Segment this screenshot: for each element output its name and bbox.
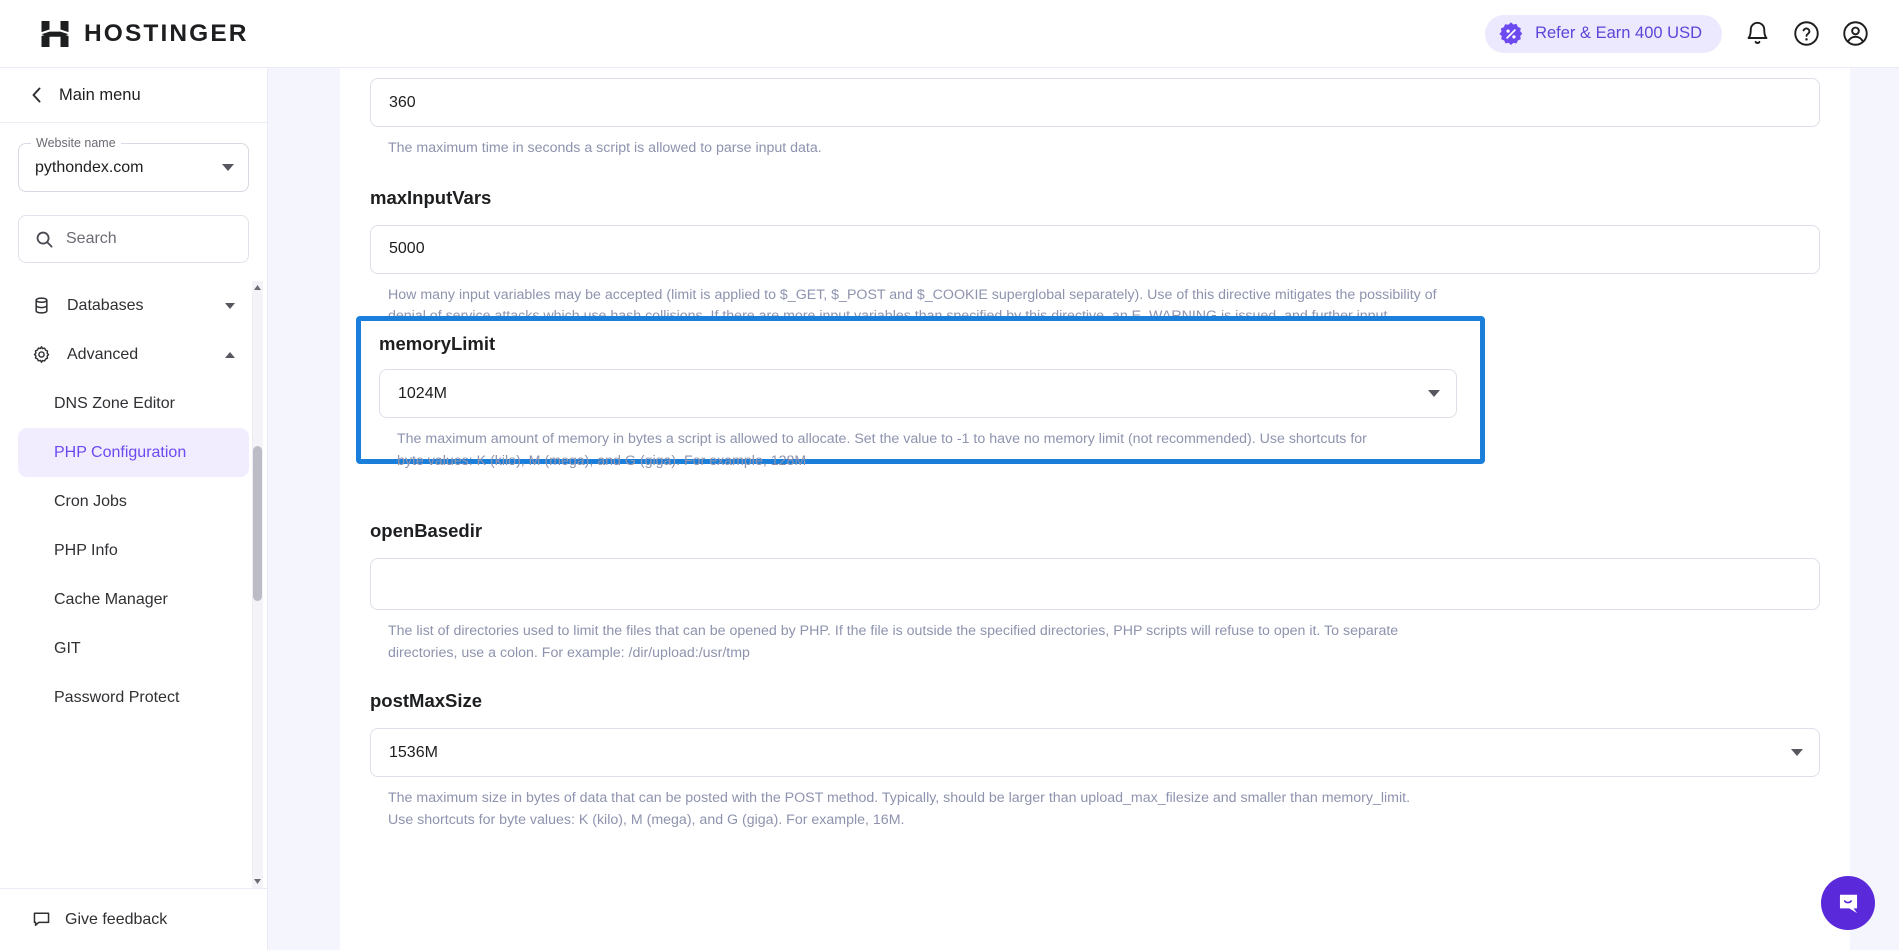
sidebar-item-databases[interactable]: Databases	[18, 281, 249, 330]
give-feedback-label: Give feedback	[65, 910, 168, 928]
brand-logo[interactable]: HOSTINGER	[40, 19, 249, 49]
website-name-legend: Website name	[31, 136, 121, 150]
sidebar-item-label: DNS Zone Editor	[54, 394, 175, 412]
maxinputvars-input[interactable]: 5000	[370, 224, 1820, 274]
left-sidebar: Main menu Website name pythondex.com Sea…	[0, 68, 268, 950]
field-memorylimit: memoryLimit 1024M The maximum amount of …	[361, 321, 1480, 472]
give-feedback-button[interactable]: Give feedback	[0, 888, 267, 950]
scroll-down-arrow-icon[interactable]	[252, 875, 263, 888]
sidebar-item-label: Cron Jobs	[54, 492, 127, 510]
sidebar-nav-list: Databases Advanced DNS Zone Editor PHP C…	[0, 281, 267, 722]
top-header: HOSTINGER Refer & Earn 400 USD	[0, 0, 1899, 68]
maxinputtime-help: The maximum time in seconds a script is …	[388, 140, 822, 156]
sidebar-item-label: PHP Configuration	[54, 443, 187, 461]
postmaxsize-help: The maximum size in bytes of data that c…	[388, 790, 1411, 829]
chevron-left-icon	[32, 87, 41, 103]
maxinputtime-input[interactable]: 360	[370, 78, 1820, 127]
memorylimit-title: memoryLimit	[379, 333, 496, 354]
website-name-select[interactable]: Website name pythondex.com	[18, 136, 249, 192]
comment-icon	[33, 912, 50, 926]
maxinputvars-value: 5000	[389, 240, 425, 258]
refer-label: Refer & Earn 400 USD	[1535, 24, 1702, 42]
memorylimit-value: 1024M	[398, 384, 447, 402]
sidebar-item-label: Cache Manager	[54, 590, 168, 608]
website-name-value: pythondex.com	[35, 158, 144, 176]
refer-and-earn-button[interactable]: Refer & Earn 400 USD	[1485, 14, 1722, 53]
chevron-down-icon	[1428, 390, 1440, 397]
chevron-down-icon	[222, 164, 234, 171]
sidebar-item-dns-zone-editor[interactable]: DNS Zone Editor	[18, 379, 249, 428]
sidebar-item-advanced[interactable]: Advanced	[18, 330, 249, 379]
bell-icon[interactable]	[1744, 20, 1771, 47]
chevron-down-icon	[225, 302, 235, 309]
sidebar-search-input[interactable]: Search	[18, 215, 249, 263]
postmaxsize-title: postMaxSize	[370, 690, 483, 712]
sidebar-item-label: GIT	[54, 639, 81, 657]
chevron-up-icon	[225, 351, 235, 358]
caret-down-icon	[254, 879, 261, 884]
database-icon	[35, 297, 48, 314]
search-placeholder: Search	[66, 230, 117, 247]
memorylimit-select[interactable]: 1024M	[379, 369, 1457, 418]
postmaxsize-select[interactable]: 1536M	[370, 728, 1820, 778]
search-icon	[36, 231, 53, 248]
website-selector-wrap: Website name pythondex.com	[0, 123, 267, 192]
openbasedir-input[interactable]	[370, 558, 1820, 611]
openbasedir-title: openBasedir	[370, 520, 483, 542]
maxinputvars-title: maxInputVars	[370, 186, 492, 208]
php-configuration-panel: 360 The maximum time in seconds a script…	[340, 68, 1850, 950]
hostinger-h-icon	[41, 20, 69, 47]
openbasedir-help: The list of directories used to limit th…	[388, 623, 1399, 661]
sidebar-item-cache-manager[interactable]: Cache Manager	[18, 575, 249, 624]
main-menu-label: Main menu	[59, 85, 141, 104]
sidebar-item-label: Databases	[67, 296, 144, 314]
sidebar-item-label: PHP Info	[54, 541, 118, 559]
sidebar-item-label: Advanced	[67, 345, 139, 363]
caret-up-icon	[254, 285, 261, 290]
sidebar-nav-scroll-region: Databases Advanced DNS Zone Editor PHP C…	[0, 281, 267, 888]
sidebar-item-php-info[interactable]: PHP Info	[18, 526, 249, 575]
memorylimit-help: The maximum amount of memory in bytes a …	[397, 431, 1367, 469]
brand-name: HOSTINGER	[84, 19, 249, 47]
sidebar-item-cron-jobs[interactable]: Cron Jobs	[18, 477, 249, 526]
memorylimit-highlight-box: memoryLimit 1024M The maximum amount of …	[356, 316, 1485, 469]
field-maxinputtime: 360 The maximum time in seconds a script…	[370, 68, 1820, 160]
sidebar-item-php-configuration[interactable]: PHP Configuration	[18, 428, 249, 477]
chevron-down-icon	[1791, 749, 1803, 757]
maxinputtime-value: 360	[389, 93, 416, 111]
chat-bubble-icon	[1839, 894, 1857, 913]
main-menu-back-button[interactable]: Main menu	[0, 68, 267, 122]
sidebar-scrollbar-thumb[interactable]	[253, 446, 262, 601]
header-actions: Refer & Earn 400 USD	[1485, 14, 1869, 53]
chat-widget-button[interactable]	[1821, 876, 1875, 930]
field-postmaxsize: postMaxSize 1536M The maximum size in by…	[370, 664, 1820, 831]
gear-icon	[33, 345, 50, 364]
discount-badge-icon	[1499, 21, 1523, 45]
sidebar-item-label: Password Protect	[54, 688, 180, 706]
help-question-icon[interactable]	[1793, 20, 1820, 47]
field-openbasedir: openBasedir The list of directories used…	[370, 516, 1820, 664]
postmaxsize-value: 1536M	[389, 743, 438, 761]
scroll-up-arrow-icon[interactable]	[252, 281, 263, 294]
sidebar-item-git[interactable]: GIT	[18, 624, 249, 673]
account-user-icon[interactable]	[1842, 20, 1869, 47]
sidebar-item-password-protect[interactable]: Password Protect	[18, 673, 249, 722]
